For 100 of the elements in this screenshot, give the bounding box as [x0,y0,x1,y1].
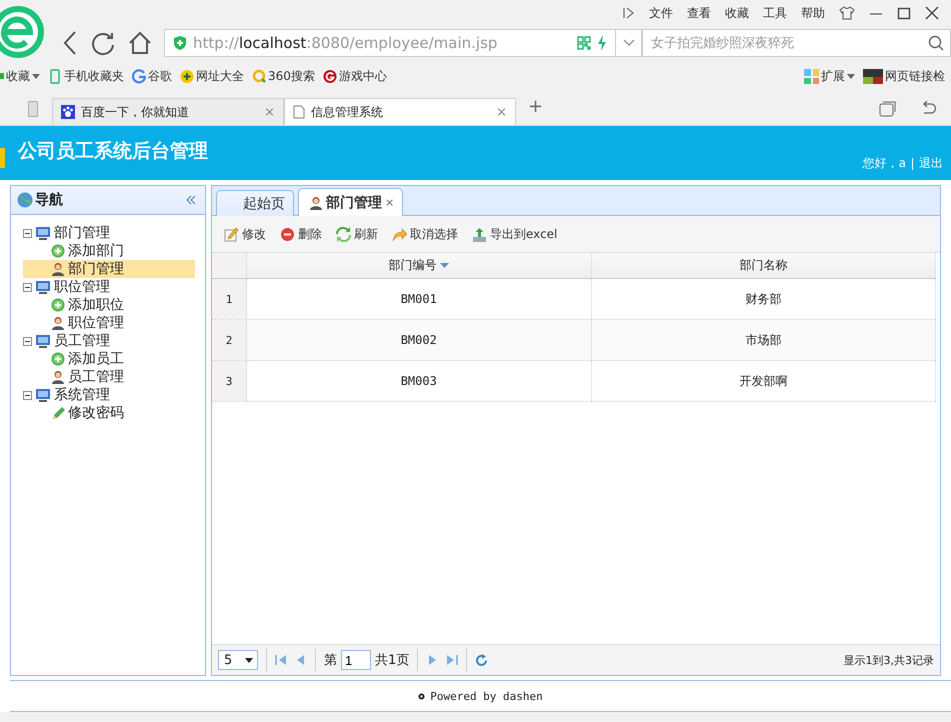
tree-node[interactable]: 职位管理 [23,278,205,296]
search-icon[interactable] [928,35,944,51]
close-icon[interactable] [925,6,939,20]
tree-node[interactable]: 部门管理 [23,260,195,278]
tab-list-icon[interactable] [879,100,897,116]
shield-icon [173,35,187,51]
search-field[interactable]: 女子拍完婚纱照深夜猝死 [642,29,951,57]
add-icon [51,244,65,258]
chevron-down-icon [622,39,634,47]
tab[interactable]: 起始页 [216,190,294,216]
browser-tab[interactable]: 信息管理系统 × [284,98,516,125]
tree-node[interactable]: 系统管理 [23,386,205,404]
row-number: 1 [212,279,247,319]
browser-tab[interactable]: 百度一下，你就知道 × [52,98,284,125]
collapse-toggle-icon[interactable] [23,336,32,346]
page-size-select[interactable]: 5 [218,650,258,670]
url-text: http://localhost:8080/employee/main.jsp [193,34,498,52]
user-icon [51,370,65,384]
table-cell: BM001 [247,279,592,319]
tab[interactable]: 部门管理 × [298,188,404,216]
row-number: 2 [212,320,247,360]
menu-item[interactable]: 工具 [763,4,787,22]
add-icon [51,298,65,312]
game-logo-icon [322,68,337,84]
home-icon[interactable] [128,31,152,55]
apps-grid-icon [804,68,819,84]
footer-text: Powered by dashen [430,690,543,702]
table-cell: 市场部 [592,320,936,360]
tree-node[interactable]: 添加员工 [23,350,195,368]
app-title: 公司员工系统后台管理 [18,139,208,164]
column-header[interactable]: 部门编号 [247,253,592,278]
shirt-icon[interactable] [839,6,855,20]
bookmark-link[interactable]: 收藏 [0,68,40,84]
collapse-toggle-icon[interactable] [23,228,32,238]
collapse-toggle-icon[interactable] [23,390,32,400]
page-icon [293,105,305,119]
bookmark-link[interactable]: 网址大全 [180,68,244,84]
undo-icon[interactable] [921,100,937,116]
tree-node[interactable]: 添加职位 [23,296,195,314]
menu-item[interactable]: 查看 [687,4,711,22]
greeting-text: 您好，a [862,155,906,172]
toolbar-button[interactable]: 删除 [276,224,326,244]
toolbar-button[interactable]: 刷新 [332,224,382,244]
extension-tile-icon [863,68,883,84]
reload-icon[interactable] [90,30,116,56]
toolbar-button[interactable]: 导出到excel [468,224,562,244]
plus-circle-icon [180,68,194,84]
menu-item[interactable]: 收藏 [725,4,749,22]
toolbar-button[interactable]: 取消选择 [388,224,462,244]
page-label: 第 [324,652,337,669]
computer-icon [35,388,51,402]
new-tab-button[interactable]: + [516,96,544,121]
pencil-icon [51,406,65,420]
tree-node[interactable]: 部门管理 [23,224,205,242]
collapse-icon[interactable] [185,195,197,205]
column-header[interactable]: 部门名称 [592,253,936,278]
extension-button[interactable]: 扩展 [804,68,855,84]
tree-node[interactable]: 添加部门 [23,242,195,260]
address-field[interactable]: http://localhost:8080/employee/main.jsp [164,29,616,57]
edit-icon [224,226,239,242]
lightning-icon[interactable] [597,35,607,51]
maximize-icon[interactable] [897,6,911,20]
toolbar-button[interactable]: 修改 [220,224,270,244]
table-cell: 财务部 [592,279,936,319]
search-input[interactable]: 女子拍完婚纱照深夜猝死 [649,34,928,52]
tab-close-button[interactable]: × [496,104,507,120]
computer-icon [35,226,51,240]
menu-item[interactable]: 帮助 [801,4,825,22]
caret-icon [32,74,40,78]
panel-title: 导航 [35,191,63,209]
computer-icon [35,280,51,294]
tab-title: 百度一下，你就知道 [81,104,189,120]
tab-title: 信息管理系统 [311,104,383,120]
minus-circle-icon [280,226,295,242]
phone-icon [48,68,62,84]
bookmark-link[interactable]: 手机收藏夹 [48,68,124,84]
page-number-field[interactable]: 1 [341,650,371,670]
tab-close-button[interactable]: × [385,196,394,209]
user-icon [51,316,65,330]
refresh-icon [336,226,351,242]
table-cell: 开发部啊 [592,361,936,401]
back-icon[interactable] [62,30,78,56]
collapse-toggle-icon[interactable] [23,282,32,292]
sidebar-toggle-icon[interactable] [621,6,635,20]
bookmark-icon [0,73,4,79]
computer-icon [35,334,51,348]
tree-node[interactable]: 员工管理 [23,332,205,350]
bookmark-link[interactable]: 游戏中心 [322,68,387,84]
browser-logo-icon [0,4,46,60]
refresh-icon[interactable] [475,654,488,666]
tree-node[interactable]: 职位管理 [23,314,195,332]
upload-icon [472,226,487,242]
extension-button[interactable]: 网页链接检 [863,68,945,84]
tree-node[interactable]: 员工管理 [23,368,195,386]
tree-node[interactable]: 修改密码 [23,404,195,422]
bookmark-link[interactable]: 360搜索 [252,68,315,84]
paw-icon [61,105,75,119]
menu-item[interactable]: 文件 [649,4,673,22]
qr-code-icon[interactable] [577,36,591,50]
bookmark-link[interactable]: 谷歌 [132,68,172,84]
